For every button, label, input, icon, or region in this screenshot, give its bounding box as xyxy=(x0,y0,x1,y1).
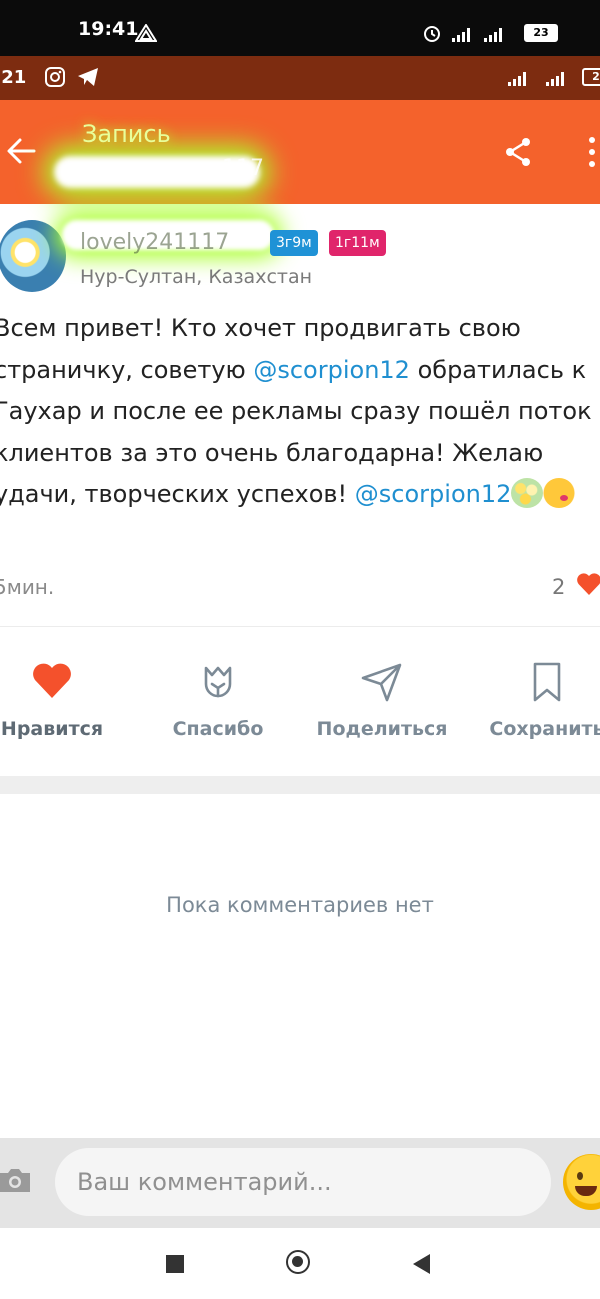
like-button[interactable]: Нравится xyxy=(0,660,112,748)
inner-status-time: :21 xyxy=(0,67,27,88)
camera-icon[interactable] xyxy=(0,1168,30,1192)
back-icon[interactable] xyxy=(413,1254,430,1274)
instagram-icon xyxy=(45,67,65,87)
inner-battery-icon: 2 xyxy=(582,68,600,86)
membership-badge: 3г9м xyxy=(270,230,318,256)
status-time: 19:41 xyxy=(78,18,139,40)
signal-4g-icon xyxy=(484,26,502,42)
emoji-picker-icon[interactable] xyxy=(563,1154,600,1210)
heart-filled-icon xyxy=(33,663,71,698)
inner-status-bar: :21 2 xyxy=(0,56,600,100)
thanks-label: Спасибо xyxy=(172,718,264,740)
back-arrow-icon[interactable] xyxy=(6,136,38,166)
recent-apps-icon[interactable] xyxy=(166,1255,184,1273)
bookmark-icon xyxy=(533,662,561,702)
share-button[interactable]: Поделиться xyxy=(312,660,452,748)
author-avatar[interactable] xyxy=(0,220,66,292)
home-icon[interactable] xyxy=(286,1250,310,1274)
paper-plane-icon xyxy=(361,663,402,702)
share-label: Поделиться xyxy=(316,718,448,740)
likes-count[interactable]: 2 xyxy=(552,575,565,599)
signal-icon xyxy=(452,26,470,42)
thanks-button[interactable]: Спасибо xyxy=(158,660,278,748)
inner-signal-4g-icon xyxy=(508,70,526,86)
system-nav-bar xyxy=(0,1228,600,1299)
telegram-icon xyxy=(78,68,98,86)
battery-icon: 23 xyxy=(524,24,558,42)
page-title: Запись xyxy=(82,120,171,148)
alarm-icon xyxy=(424,26,440,42)
divider xyxy=(0,626,600,627)
post-timestamp: 5мин. xyxy=(0,575,55,599)
page-subtitle: 117 xyxy=(222,156,264,181)
save-button[interactable]: Сохранить xyxy=(487,660,600,748)
comment-bar xyxy=(0,1138,600,1228)
app-header: Запись 117 xyxy=(0,100,600,204)
mention-link[interactable]: @scorpion12 xyxy=(253,356,410,384)
author-location: Нур-Султан, Казахстан xyxy=(80,266,313,288)
activity-badge: 1г11м xyxy=(329,230,386,256)
app-notification-icon xyxy=(135,24,157,42)
battery-level: 23 xyxy=(526,26,556,40)
bouquet-emoji-icon xyxy=(511,478,544,508)
mention-link[interactable]: @scorpion12 xyxy=(355,480,512,508)
kissing-face-emoji-icon xyxy=(543,478,576,508)
tulip-icon xyxy=(204,666,232,698)
section-separator xyxy=(0,776,600,794)
heart-icon[interactable] xyxy=(576,572,600,596)
share-icon[interactable] xyxy=(504,137,532,167)
inner-signal-icon xyxy=(546,70,564,86)
inner-battery-level: 2 xyxy=(592,70,600,83)
no-comments-text: Пока комментариев нет xyxy=(166,893,434,917)
author-name[interactable]: lovely241117 xyxy=(80,230,229,255)
like-label: Нравится xyxy=(0,718,104,740)
save-label: Сохранить xyxy=(489,718,600,740)
more-options-icon[interactable] xyxy=(586,136,598,168)
comment-input[interactable] xyxy=(55,1148,551,1216)
system-status-bar: 19:41 23 xyxy=(0,0,600,56)
post-text: Всем привет! Кто хочет продвигать свою с… xyxy=(0,308,600,516)
